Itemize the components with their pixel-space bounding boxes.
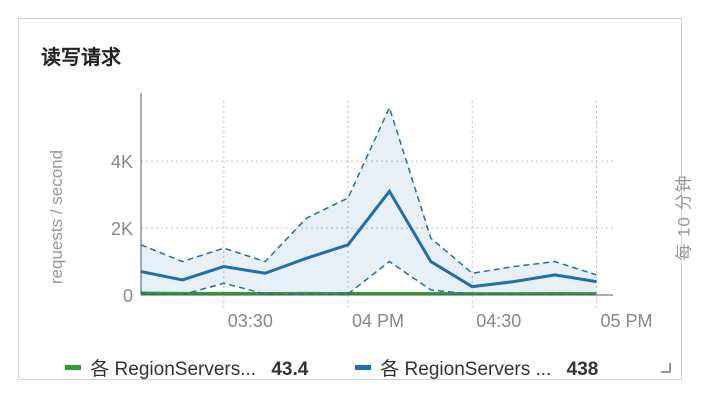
x-tick-label: 04 PM xyxy=(352,311,404,331)
legend-swatch-blue xyxy=(355,365,371,371)
right-axis-label: 每 10 分钟 xyxy=(674,174,694,261)
chart-card: 读写请求 4K 2K 0 03:30 04 PM 04:30 05 PM requests … xyxy=(18,18,694,381)
legend-series-name: 各 RegionServers ... xyxy=(380,359,552,380)
legend-series-name: 各 RegionServers... xyxy=(90,359,257,380)
chart-plot: 4K 2K 0 03:30 04 PM 04:30 05 PM xyxy=(111,93,652,331)
y-tick-label: 0 xyxy=(123,286,133,306)
legend-item[interactable]: 各 RegionServers... 43.4 xyxy=(65,354,308,381)
x-tick-label: 03:30 xyxy=(228,311,273,331)
series-band xyxy=(141,107,597,295)
legend-series-value: 43.4 xyxy=(271,359,309,380)
resize-handle-icon[interactable] xyxy=(661,363,671,373)
x-tick-label: 04:30 xyxy=(476,311,521,331)
y-tick-label: 4K xyxy=(111,152,133,172)
legend-item[interactable]: 各 RegionServers ... 438 xyxy=(355,354,598,381)
legend-swatch-green xyxy=(65,365,81,371)
y-tick-label: 2K xyxy=(111,219,133,239)
legend-series-value: 438 xyxy=(566,359,599,380)
y-axis-label: requests / second xyxy=(47,149,66,285)
series-line xyxy=(140,291,597,296)
x-tick-label: 05 PM xyxy=(600,311,652,331)
